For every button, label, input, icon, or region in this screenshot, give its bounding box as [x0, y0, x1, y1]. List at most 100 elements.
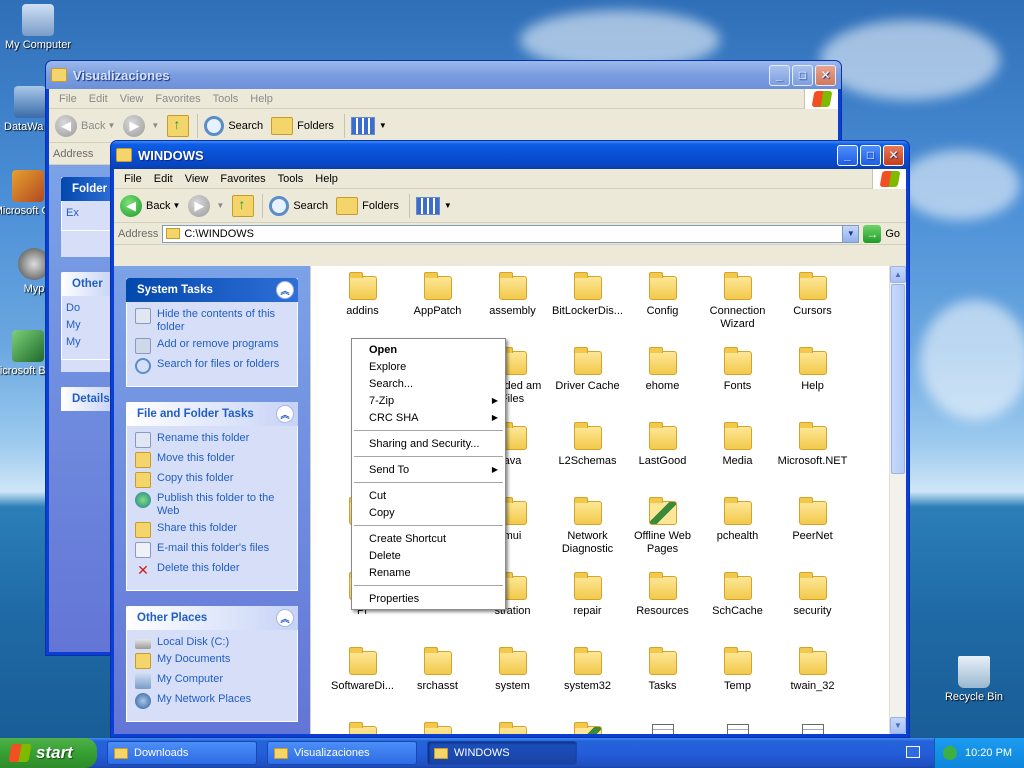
file-item[interactable]: Temp: [700, 647, 775, 722]
file-item[interactable]: Resources: [625, 572, 700, 647]
views-button[interactable]: ▼: [350, 116, 387, 135]
menu-favorites[interactable]: Favorites: [149, 93, 206, 105]
menu-tools[interactable]: Tools: [207, 93, 245, 105]
task-publish-web[interactable]: Publish this folder to the Web: [135, 492, 289, 518]
panel-title[interactable]: File and Folder Tasks ︽: [126, 402, 298, 426]
collapse-icon[interactable]: ︽: [276, 281, 294, 299]
task-add-remove-programs[interactable]: Add or remove programs: [135, 338, 289, 354]
context-menu-item[interactable]: Create Shortcut: [352, 530, 505, 547]
file-item[interactable]: [625, 722, 700, 734]
tray-icon[interactable]: [943, 746, 957, 760]
context-menu-item[interactable]: Delete: [352, 547, 505, 564]
file-item[interactable]: Media: [700, 422, 775, 497]
file-item[interactable]: Driver Cache: [550, 347, 625, 422]
file-item[interactable]: [475, 722, 550, 734]
file-item[interactable]: Cursors: [775, 272, 850, 347]
file-item[interactable]: Microsoft.NET: [775, 422, 850, 497]
file-item[interactable]: addins: [325, 272, 400, 347]
folders-button[interactable]: Folders: [336, 196, 399, 215]
context-menu-item[interactable]: CRC SHA ▶: [352, 409, 505, 426]
close-button[interactable]: ✕: [883, 144, 904, 166]
taskbar-button-downloads[interactable]: Downloads: [107, 741, 257, 765]
panel-title[interactable]: Other Places ︽: [126, 606, 298, 630]
context-menu-item[interactable]: Search...: [352, 375, 505, 392]
address-input[interactable]: C:\WINDOWS ▼: [162, 224, 860, 243]
back-button[interactable]: ◀ Back ▼: [120, 194, 180, 217]
file-item[interactable]: Help: [775, 347, 850, 422]
task-email-files[interactable]: E-mail this folder's files: [135, 542, 289, 558]
file-item[interactable]: BitLockerDis...: [550, 272, 625, 347]
clock[interactable]: 10:20 PM: [965, 747, 1012, 759]
menu-help[interactable]: Help: [309, 173, 344, 185]
file-item[interactable]: MS: [550, 722, 625, 734]
file-item[interactable]: ehome: [625, 347, 700, 422]
file-item[interactable]: Network Diagnostic: [550, 497, 625, 572]
address-dropdown-icon[interactable]: ▼: [842, 225, 859, 242]
file-item[interactable]: pchealth: [700, 497, 775, 572]
context-menu-item[interactable]: Open: [352, 341, 505, 358]
minimize-button[interactable]: _: [837, 144, 858, 166]
file-item[interactable]: system32: [550, 647, 625, 722]
context-menu-item[interactable]: Explore: [352, 358, 505, 375]
file-item[interactable]: [400, 722, 475, 734]
file-item[interactable]: [700, 722, 775, 734]
menu-help[interactable]: Help: [244, 93, 279, 105]
start-button[interactable]: start: [0, 738, 97, 768]
window-windows[interactable]: WINDOWS _ □ ✕ File Edit View Favorites T…: [110, 140, 910, 738]
back-button[interactable]: ◀ Back ▼: [55, 114, 115, 137]
file-item[interactable]: L2Schemas: [550, 422, 625, 497]
file-item[interactable]: security: [775, 572, 850, 647]
place-my-computer[interactable]: My Computer: [135, 673, 289, 689]
file-item[interactable]: Offline Web Pages: [625, 497, 700, 572]
file-item[interactable]: srchasst: [400, 647, 475, 722]
task-delete-folder[interactable]: ✕ Delete this folder: [135, 562, 289, 578]
place-my-network[interactable]: My Network Places: [135, 693, 289, 709]
file-item[interactable]: [775, 722, 850, 734]
file-item[interactable]: twain_32: [775, 647, 850, 722]
file-item[interactable]: SoftwareDi...: [325, 647, 400, 722]
file-item[interactable]: PeerNet: [775, 497, 850, 572]
collapse-icon[interactable]: ︽: [276, 405, 294, 423]
task-rename-folder[interactable]: Rename this folder: [135, 432, 289, 448]
menu-file[interactable]: File: [53, 93, 83, 105]
up-folder-icon[interactable]: [167, 114, 190, 137]
go-button[interactable]: → Go: [863, 224, 900, 243]
title-bar[interactable]: WINDOWS _ □ ✕: [111, 141, 909, 169]
maximize-button[interactable]: □: [860, 144, 881, 166]
panel-title[interactable]: Other: [61, 272, 113, 296]
panel-title[interactable]: System Tasks ︽: [126, 278, 298, 302]
keyboard-icon[interactable]: [906, 746, 920, 758]
place-local-disk[interactable]: Local Disk (C:): [135, 636, 289, 649]
task-link[interactable]: My: [66, 319, 108, 332]
context-menu-item[interactable]: Sharing and Security...: [352, 435, 505, 452]
menu-file[interactable]: File: [118, 173, 148, 185]
desktop-icon-recycle-bin[interactable]: Recycle Bin: [936, 656, 1012, 703]
menu-edit[interactable]: Edit: [148, 173, 179, 185]
context-menu-item[interactable]: Rename: [352, 564, 505, 581]
task-search-files[interactable]: Search for files or folders: [135, 358, 289, 374]
menu-view[interactable]: View: [114, 93, 150, 105]
file-item[interactable]: Config: [625, 272, 700, 347]
desktop-icon-my-computer[interactable]: My Computer: [0, 4, 76, 51]
task-link[interactable]: My: [66, 336, 108, 349]
context-menu-item[interactable]: Properties: [352, 590, 505, 607]
search-button[interactable]: Search: [269, 195, 328, 216]
place-my-documents[interactable]: My Documents: [135, 653, 289, 669]
panel-title[interactable]: Details: [61, 387, 113, 411]
close-button[interactable]: ✕: [815, 64, 836, 86]
views-button[interactable]: ▼: [415, 196, 452, 215]
task-copy-folder[interactable]: Copy this folder: [135, 472, 289, 488]
task-link[interactable]: Do: [66, 302, 108, 315]
menu-tools[interactable]: Tools: [272, 173, 310, 185]
vertical-scrollbar[interactable]: ▲ ▼: [889, 266, 906, 734]
file-item[interactable]: LastGood: [625, 422, 700, 497]
title-bar[interactable]: Visualizaciones _ □ ✕: [46, 61, 841, 89]
taskbar-button-visualizaciones[interactable]: Visualizaciones: [267, 741, 417, 765]
forward-button[interactable]: ▶ ▼: [123, 114, 159, 137]
folders-button[interactable]: Folders: [271, 116, 334, 135]
file-item[interactable]: Fonts: [700, 347, 775, 422]
forward-button[interactable]: ▶ ▼: [188, 194, 224, 217]
task-share-folder[interactable]: Share this folder: [135, 522, 289, 538]
file-item[interactable]: repair: [550, 572, 625, 647]
file-item[interactable]: SchCache: [700, 572, 775, 647]
